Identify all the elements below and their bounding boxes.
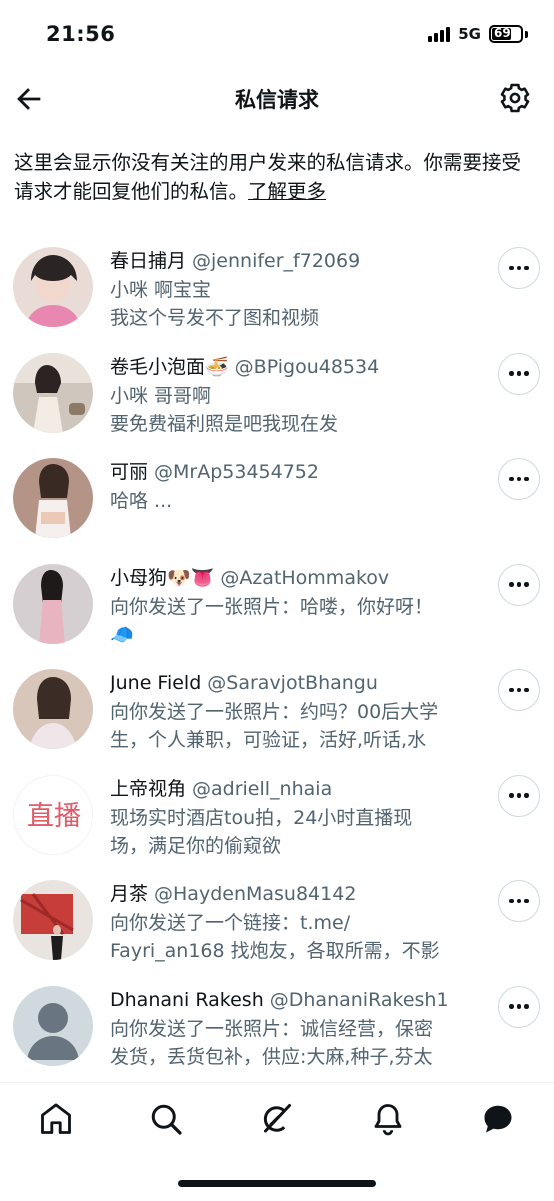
sender-handle: @SaravjotBhangu <box>207 672 378 694</box>
tab-grok[interactable] <box>258 1101 294 1137</box>
bell-icon <box>374 1104 402 1136</box>
search-icon <box>151 1104 182 1135</box>
request-header: 春日捕月 @jennifer_f72069 <box>110 248 500 274</box>
sender-name: June Field <box>110 672 202 694</box>
avatar[interactable] <box>13 458 93 538</box>
sender-name: 春日捕月 <box>110 250 187 272</box>
avatar[interactable] <box>13 352 93 433</box>
message-line: 🧢 <box>110 623 134 646</box>
avatar[interactable] <box>13 669 93 749</box>
tab-notifications[interactable] <box>370 1101 406 1137</box>
avatar[interactable] <box>13 985 93 1066</box>
learn-more-link[interactable]: 了解更多 <box>248 180 326 203</box>
more-options-button[interactable] <box>498 458 540 500</box>
avatar[interactable] <box>13 880 93 960</box>
request-row[interactable]: Dhanani Rakesh @DhananiRakesh1 向你发送了一张照片：… <box>0 975 554 1081</box>
signal-icon <box>428 26 451 42</box>
status-time: 21:56 <box>46 22 116 46</box>
request-header: June Field @SaravjotBhangu <box>110 670 500 696</box>
settings-button[interactable] <box>498 81 532 115</box>
sender-name: 小母狗🐶👅 <box>110 566 215 589</box>
more-options-button[interactable] <box>498 352 540 395</box>
request-header: 月茶 @HaydenMasu84142 <box>110 881 500 907</box>
message-line: 要免费福利照是吧我现在发 <box>110 412 339 435</box>
battery-cap <box>525 30 528 38</box>
request-header: 小母狗🐶👅 @AzatHommakov <box>110 565 500 591</box>
sender-name: 上帝视角 <box>110 777 187 800</box>
request-row[interactable]: 月茶 @HaydenMasu84142 向你发送了一个链接：t.me/Fayri_… <box>0 869 554 975</box>
message-preview: 哈咯 ... <box>110 487 490 515</box>
message-line: 现场实时酒店tou拍，24小时直播现 <box>110 806 413 829</box>
request-header: 上帝视角 @adriell_nhaia <box>110 776 500 802</box>
message-line: 向你发送了一张照片：诚信经营，保密 <box>110 1017 434 1040</box>
request-row[interactable]: 小母狗🐶👅 @AzatHommakov 向你发送了一张照片：哈喽，你好呀！ 🧢 <box>0 553 554 659</box>
status-bar: 21:56 5G 69 <box>0 0 554 70</box>
battery-level: 69 <box>494 26 511 40</box>
request-row[interactable]: 可丽 @MrAp53454752 哈咯 ... <box>0 447 554 553</box>
request-header: 可丽 @MrAp53454752 <box>110 459 500 485</box>
more-options-button[interactable] <box>498 563 540 606</box>
sender-name: 月茶 <box>110 883 149 905</box>
message-preview: 向你发送了一张照片：约吗？00后大学 生，个人兼职，可验证，活好,听话,水 <box>110 698 490 754</box>
request-row[interactable]: 卷毛小泡面🍜 @BPigou48534 小咪 哥哥啊要免费福利照是吧我现在发 <box>0 342 554 448</box>
request-header: 卷毛小泡面🍜 @BPigou48534 <box>110 354 500 380</box>
message-preview: 向你发送了一个链接：t.me/Fayri_an168 找炮友，各取所需，不影 <box>110 909 490 965</box>
message-preview: 向你发送了一张照片：诚信经营，保密 发货，丢货包补，供应:大麻,种子,芬太 <box>110 1015 490 1071</box>
status-indicators: 5G 69 <box>428 25 528 43</box>
request-row[interactable]: 春日捕月 @jennifer_f72069 小咪 啊宝宝我这个号发不了图和视频 <box>0 236 554 342</box>
home-indicator[interactable] <box>178 1180 376 1187</box>
request-row[interactable]: 直播 上帝视角 @adriell_nhaia 现场实时酒店tou拍，24小时直播现… <box>0 764 554 870</box>
more-options-button[interactable] <box>498 774 540 817</box>
sender-name: 可丽 <box>110 461 149 483</box>
default-avatar-icon <box>13 985 93 1066</box>
message-line: 发货，丢货包补，供应:大麻,种子,芬太 <box>110 1045 433 1068</box>
sender-handle: @DhananiRakesh1 <box>269 988 449 1011</box>
battery-icon: 69 <box>489 25 523 43</box>
message-line: 小咪 啊宝宝 <box>110 279 212 301</box>
message-line: 向你发送了一个链接：t.me/ <box>110 912 351 934</box>
avatar[interactable]: 直播 <box>13 774 93 855</box>
request-row[interactable]: June Field @SaravjotBhangu 向你发送了一张照片：约吗？0… <box>0 658 554 764</box>
sender-handle: @AzatHommakov <box>220 566 390 589</box>
sender-name: 卷毛小泡面🍜 <box>110 355 229 378</box>
request-header: Dhanani Rakesh @DhananiRakesh1 <box>110 987 500 1013</box>
message-line: 向你发送了一张照片：哈喽，你好呀！ <box>110 595 434 618</box>
grok-icon <box>263 1104 291 1133</box>
page-title: 私信请求 <box>235 88 319 112</box>
message-line: 场，满足你的偷窥欲 <box>110 834 282 857</box>
avatar[interactable] <box>13 247 93 327</box>
message-line: 小咪 哥哥啊 <box>110 384 212 407</box>
message-preview: 向你发送了一张照片：哈喽，你好呀！ 🧢 <box>110 593 490 649</box>
nav-bar: 私信请求 <box>0 70 554 128</box>
message-preview: 现场实时酒店tou拍，24小时直播现 场，满足你的偷窥欲 <box>110 804 490 860</box>
message-line: 向你发送了一张照片：约吗？00后大学 <box>110 701 439 723</box>
tab-home[interactable] <box>38 1101 74 1137</box>
sender-handle: @BPigou48534 <box>234 355 380 378</box>
tab-messages[interactable] <box>480 1101 516 1137</box>
sender-handle: @MrAp53454752 <box>154 461 319 483</box>
sender-handle: @jennifer_f72069 <box>192 250 361 272</box>
message-line: 生，个人兼职，可验证，活好,听话,水 <box>110 729 427 751</box>
tab-search[interactable] <box>148 1101 184 1137</box>
avatar-label: 直播 <box>27 801 81 832</box>
gear-icon <box>500 83 530 113</box>
message-preview: 小咪 啊宝宝我这个号发不了图和视频 <box>110 276 490 332</box>
more-options-button[interactable] <box>498 985 540 1028</box>
sender-name: Dhanani Rakesh <box>110 988 264 1011</box>
message-line: Fayri_an168 找炮友，各取所需，不影 <box>110 940 440 962</box>
message-line: 哈咯 ... <box>110 490 173 512</box>
message-line: 我这个号发不了图和视频 <box>110 307 320 329</box>
avatar[interactable] <box>13 563 93 644</box>
more-options-button[interactable] <box>498 669 540 711</box>
more-options-button[interactable] <box>498 880 540 922</box>
more-options-button[interactable] <box>498 247 540 289</box>
message-preview: 小咪 哥哥啊要免费福利照是吧我现在发 <box>110 382 490 438</box>
messages-icon <box>484 1105 512 1133</box>
request-list: 春日捕月 @jennifer_f72069 小咪 啊宝宝我这个号发不了图和视频 卷… <box>0 236 554 1080</box>
home-icon <box>41 1103 71 1134</box>
requests-info: 这里会显示你没有关注的用户发来的私信请求。你需要接受请求才能回复他们的私信。了解… <box>14 148 538 206</box>
sender-handle: @HaydenMasu84142 <box>154 883 357 905</box>
sender-handle: @adriell_nhaia <box>192 777 333 800</box>
network-label: 5G <box>458 25 481 43</box>
